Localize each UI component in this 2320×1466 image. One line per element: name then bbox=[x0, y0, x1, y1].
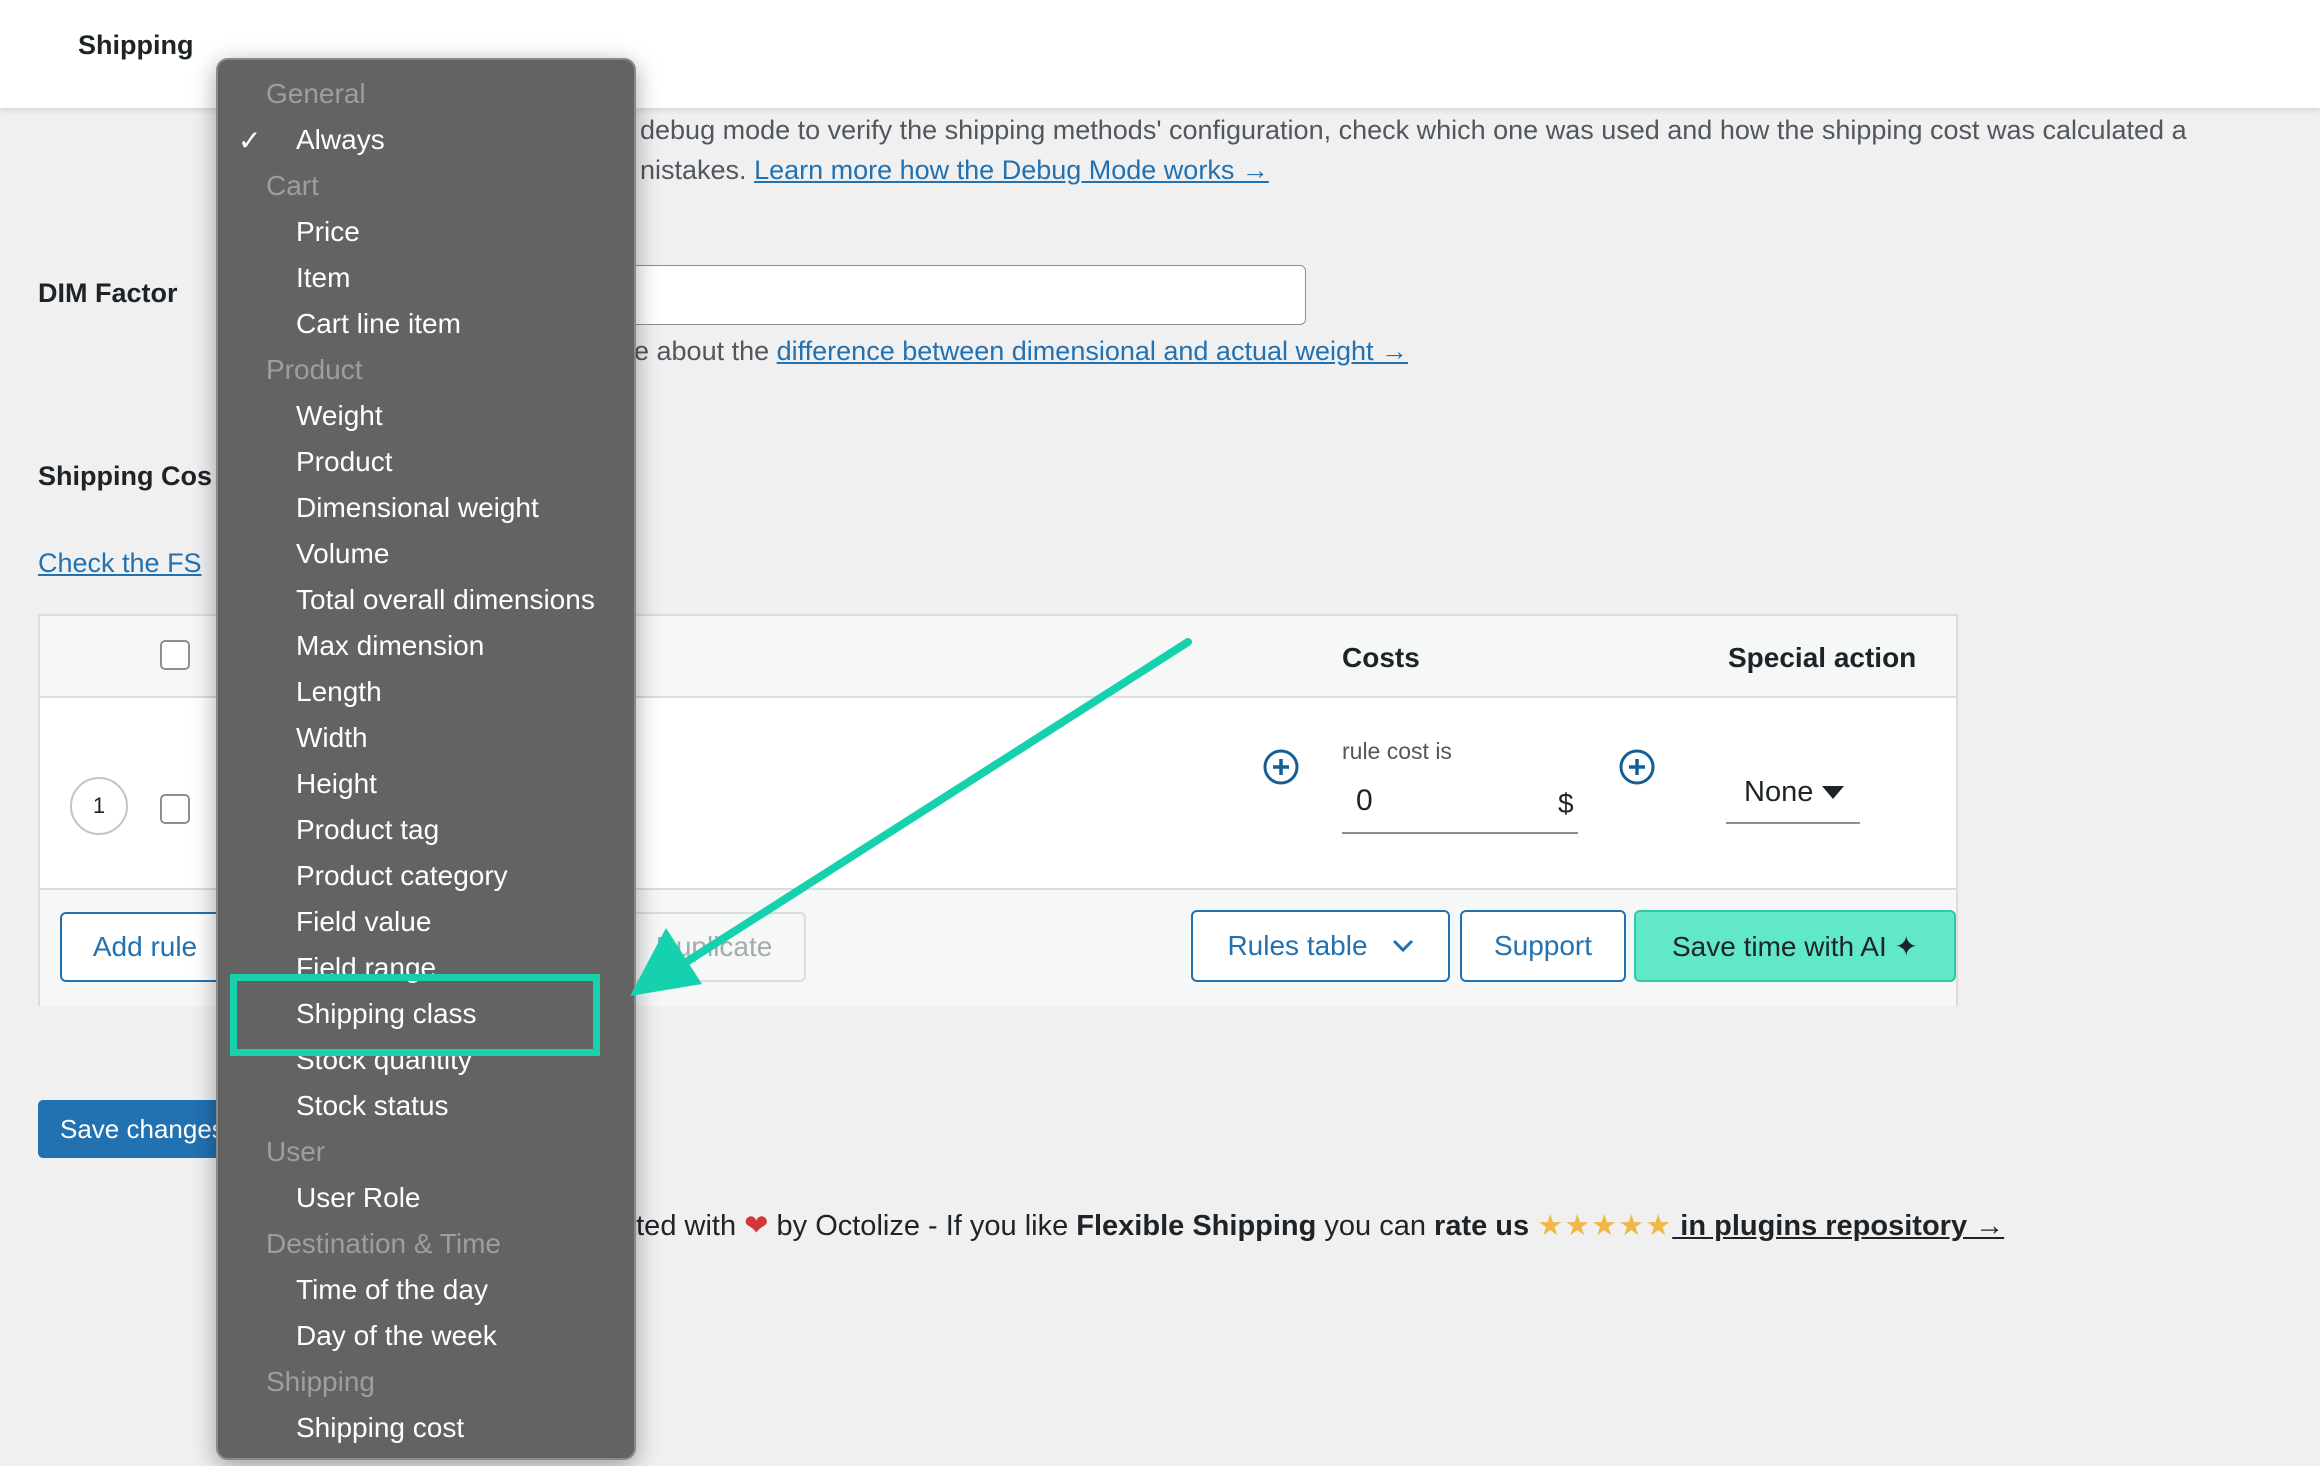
currency-symbol: $ bbox=[1558, 788, 1574, 819]
save-time-with-ai-button[interactable]: Save time with AI ✦ bbox=[1634, 910, 1956, 982]
rule-cost-input[interactable] bbox=[1342, 770, 1578, 834]
dim-factor-description: e about the difference between dimension… bbox=[634, 336, 1408, 367]
support-button[interactable]: Support bbox=[1460, 910, 1626, 982]
footer-plugin-name: Flexible Shipping bbox=[1076, 1210, 1317, 1242]
dim-factor-label: DIM Factor bbox=[38, 278, 178, 308]
special-action-header: Special action bbox=[1728, 642, 1917, 673]
rules-table-button[interactable]: Rules table bbox=[1191, 910, 1450, 982]
dropdown-item-volume[interactable]: Volume bbox=[296, 538, 389, 570]
footer-middle: you can bbox=[1316, 1210, 1435, 1242]
condition-dropdown-menu: General ✓ Always Cart Price Item Cart li… bbox=[216, 58, 636, 1460]
dropdown-item-product[interactable]: Product bbox=[296, 446, 393, 478]
debug-mode-learn-more-link[interactable]: Learn more how the Debug Mode works → bbox=[754, 155, 1269, 185]
highlight-box bbox=[230, 974, 600, 1056]
rule-number: 1 bbox=[70, 777, 128, 835]
dropdown-item-user-role[interactable]: User Role bbox=[296, 1182, 420, 1214]
dropdown-item-cart-line-item[interactable]: Cart line item bbox=[296, 308, 461, 340]
dropdown-item-total-overall-dimensions[interactable]: Total overall dimensions bbox=[296, 584, 595, 616]
special-action-value: None bbox=[1744, 776, 1814, 808]
dropdown-item-field-value[interactable]: Field value bbox=[296, 906, 431, 938]
dropdown-item-width[interactable]: Width bbox=[296, 722, 368, 754]
dropdown-item-max-dimension[interactable]: Max dimension bbox=[296, 630, 484, 662]
dropdown-item-length[interactable]: Length bbox=[296, 676, 382, 708]
dropdown-group-user: User bbox=[266, 1136, 326, 1167]
debug-desc-line1: debug mode to verify the shipping method… bbox=[640, 115, 2187, 145]
dropdown-item-dimensional-weight[interactable]: Dimensional weight bbox=[296, 492, 539, 524]
dropdown-item-always[interactable]: Always bbox=[296, 124, 385, 156]
debug-desc-line2: nistakes. Learn more how the Debug Mode … bbox=[640, 150, 2187, 190]
add-cost-icon[interactable] bbox=[1618, 748, 1656, 786]
dropdown-item-time-of-the-day[interactable]: Time of the day bbox=[296, 1274, 488, 1306]
tab-shipping[interactable]: Shipping bbox=[78, 30, 193, 61]
dim-factor-input[interactable] bbox=[612, 265, 1306, 325]
dropdown-item-price[interactable]: Price bbox=[296, 216, 360, 248]
rating-stars-icon: ★★★★★ bbox=[1537, 1210, 1673, 1242]
dropdown-item-stock-status[interactable]: Stock status bbox=[296, 1090, 449, 1122]
plugins-repository-link[interactable]: in plugins repository → bbox=[1672, 1210, 2004, 1242]
dimensional-weight-link[interactable]: difference between dimensional and actua… bbox=[777, 336, 1408, 366]
dropdown-group-shipping: Shipping bbox=[266, 1366, 375, 1397]
rule-cost-value: 0 bbox=[1356, 784, 1373, 817]
add-condition-icon[interactable] bbox=[1262, 748, 1300, 786]
dropdown-item-day-of-the-week[interactable]: Day of the week bbox=[296, 1320, 497, 1352]
rule-cost-label: rule cost is bbox=[1342, 738, 1452, 764]
select-all-checkbox[interactable] bbox=[160, 640, 190, 670]
footer-by: by Octolize - If you like bbox=[768, 1210, 1077, 1242]
costs-header: Costs bbox=[1342, 642, 1420, 673]
checkmark-icon: ✓ bbox=[238, 125, 262, 156]
shipping-cost-label: Shipping Cos bbox=[38, 461, 212, 491]
dim-desc-text: e about the bbox=[634, 336, 777, 366]
save-changes-button[interactable]: Save changes bbox=[38, 1100, 238, 1158]
chevron-down-icon bbox=[1392, 939, 1413, 953]
dropdown-group-destination-time: Destination & Time bbox=[266, 1228, 501, 1259]
dropdown-item-item[interactable]: Item bbox=[296, 262, 350, 294]
caret-down-icon bbox=[1822, 786, 1844, 799]
duplicate-button[interactable]: Duplicate bbox=[622, 912, 806, 982]
dropdown-group-cart: Cart bbox=[266, 170, 319, 201]
add-rule-button[interactable]: Add rule bbox=[60, 912, 230, 982]
dropdown-group-general: General bbox=[266, 78, 366, 109]
rule-row-checkbox[interactable] bbox=[160, 794, 190, 824]
footer-prefix: ated with bbox=[620, 1210, 737, 1242]
rules-table-button-label: Rules table bbox=[1227, 930, 1368, 961]
debug-mode-description: debug mode to verify the shipping method… bbox=[640, 110, 2187, 190]
dropdown-item-weight[interactable]: Weight bbox=[296, 400, 383, 432]
dropdown-item-shipping-cost[interactable]: Shipping cost bbox=[296, 1412, 464, 1444]
dropdown-item-product-category[interactable]: Product category bbox=[296, 860, 508, 892]
footer-rate-us: rate us bbox=[1434, 1210, 1530, 1242]
dropdown-item-height[interactable]: Height bbox=[296, 768, 377, 800]
footer-credits: ated with ❤ by Octolize - If you like Fl… bbox=[620, 1208, 2004, 1243]
debug-desc-line2-text: nistakes. bbox=[640, 155, 755, 185]
check-fs-link[interactable]: Check the FS bbox=[38, 548, 202, 579]
dropdown-item-product-tag[interactable]: Product tag bbox=[296, 814, 439, 846]
dropdown-group-product: Product bbox=[266, 354, 363, 385]
heart-icon: ❤ bbox=[744, 1210, 769, 1242]
